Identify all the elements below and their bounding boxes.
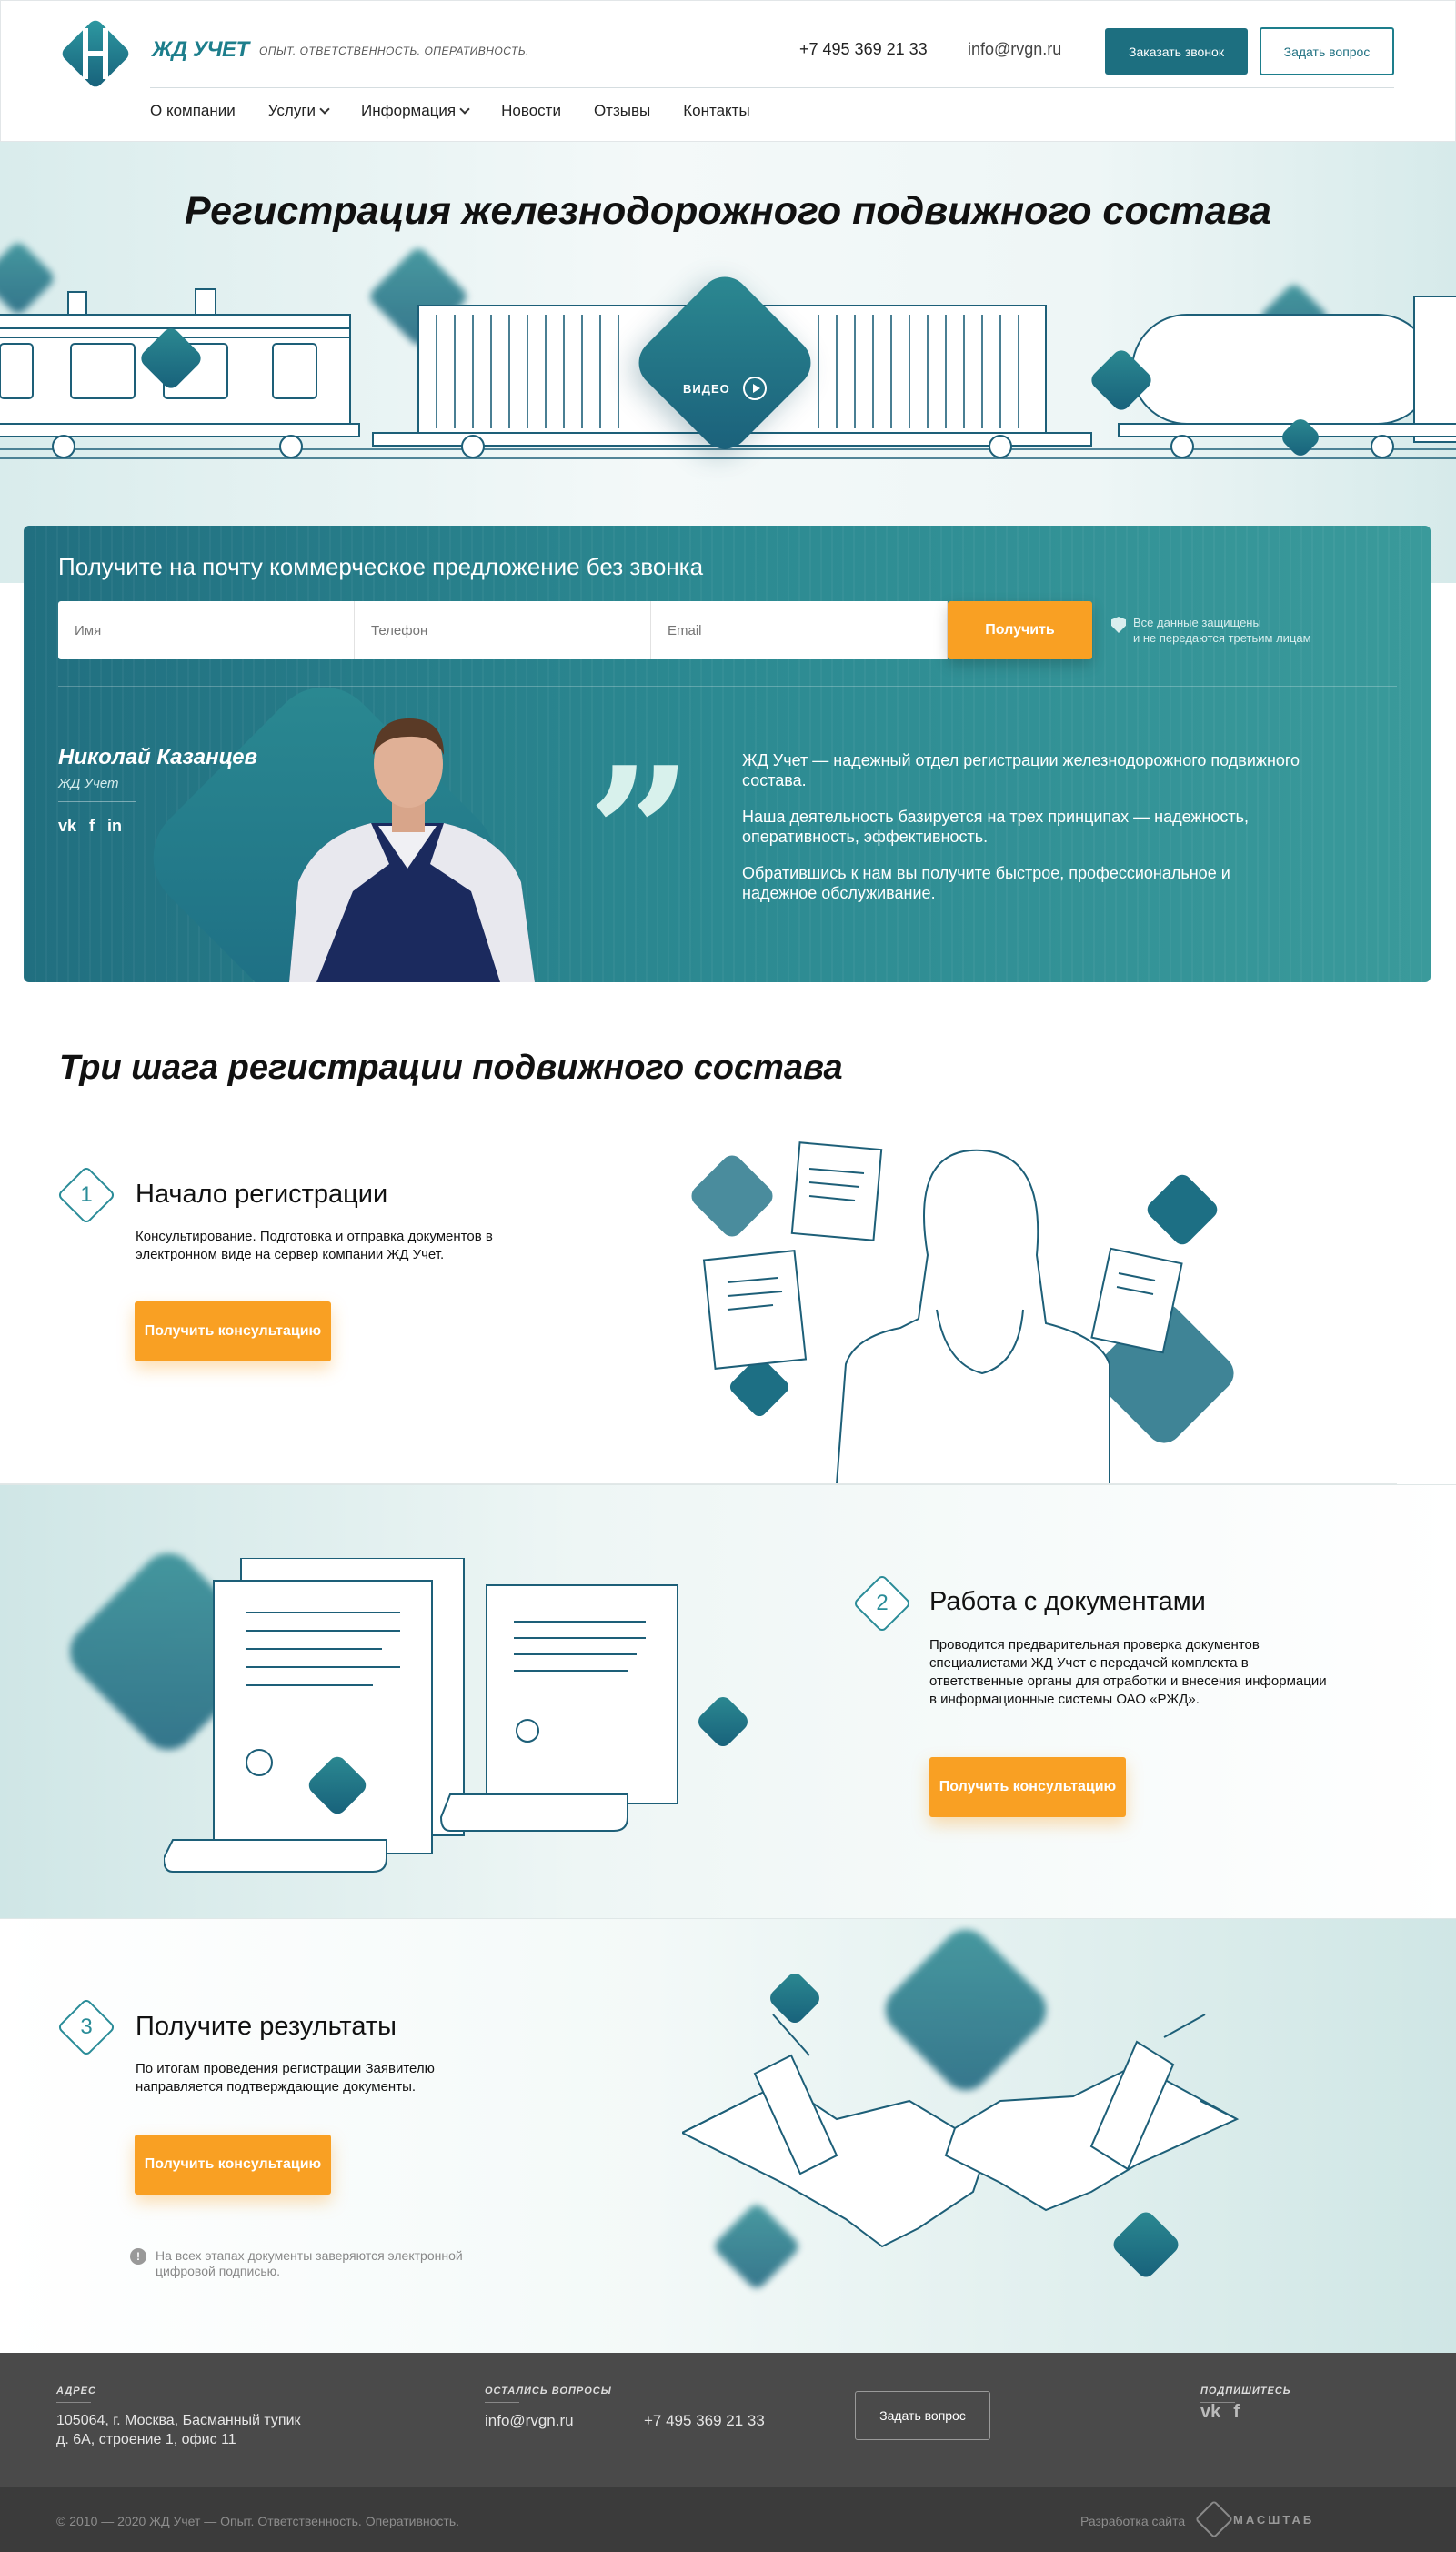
footer-ask-button[interactable]: Задать вопрос <box>855 2391 990 2440</box>
get-consultation-button[interactable]: Получить консультацию <box>135 2135 331 2195</box>
quote-paragraph: Обратившись к нам вы получите быстрое, п… <box>742 864 1230 902</box>
person-socials: vk f in <box>58 817 122 836</box>
masshtab-logo-icon <box>1194 2499 1234 2539</box>
footer-bottom-bar: © 2010 — 2020 ЖД Учет — Опыт. Ответствен… <box>0 2487 1456 2552</box>
steps-title: Три шага регистрации подвижного состава <box>59 1049 843 1087</box>
nav-label: Новости <box>501 102 561 119</box>
footer-socials: vk f <box>1200 2402 1240 2423</box>
footer-email[interactable]: info@rvgn.ru <box>485 2411 574 2430</box>
facebook-icon[interactable]: f <box>89 817 95 836</box>
header-email[interactable]: info@rvgn.ru <box>968 40 1061 59</box>
quote-paragraph: ЖД Учет — надежный отдел регистрации жел… <box>742 751 1300 789</box>
step-description: Проводится предварительная проверка доку… <box>929 1637 1327 1707</box>
nav-label: Отзывы <box>593 102 651 119</box>
copyright: © 2010 — 2020 ЖД Учет — Опыт. Ответствен… <box>56 2514 460 2528</box>
developer-link[interactable]: Разработка сайта <box>1080 2514 1185 2528</box>
data-security-note: Все данные защищены и не передаются треть… <box>1111 615 1311 646</box>
developer-name: МАСШТАБ <box>1233 2512 1315 2527</box>
shield-icon <box>1111 617 1126 633</box>
person-photo <box>289 718 535 982</box>
video-text: ВИДЕО <box>683 381 730 396</box>
site-header: ЖД УЧЕТ ОПЫТ. ОТВЕТСТВЕННОСТЬ. ОПЕРАТИВН… <box>0 0 1456 142</box>
facebook-icon[interactable]: f <box>1233 2402 1240 2423</box>
header-phone[interactable]: +7 495 369 21 33 <box>799 40 928 59</box>
quote-icon: ” <box>587 728 693 941</box>
step-title: Работа с документами <box>929 1587 1206 1616</box>
documents-illustration <box>164 1558 678 1873</box>
name-input[interactable] <box>58 601 355 659</box>
main-nav: О компании Услуги Информация Новости Отз… <box>150 102 750 120</box>
step-title: Получите результаты <box>136 2012 397 2041</box>
nav-item-info[interactable]: Информация <box>361 102 470 120</box>
hero-section: Регистрация железнодорожного подвижного … <box>0 142 1456 583</box>
secure-text: и не передаются третьим лицам <box>1133 631 1311 645</box>
email-input[interactable] <box>651 601 948 659</box>
step-description: По итогам проведения регистрации Заявите… <box>136 2061 435 2095</box>
address-label: АДРЕС <box>56 2386 96 2403</box>
hero-title: Регистрация железнодорожного подвижного … <box>185 189 1271 233</box>
nav-item-about[interactable]: О компании <box>150 102 236 120</box>
step-title: Начало регистрации <box>136 1180 388 1209</box>
nav-item-reviews[interactable]: Отзывы <box>594 102 650 120</box>
nav-item-news[interactable]: Новости <box>501 102 561 120</box>
address-line: д. 6А, строение 1, офис 11 <box>56 2432 236 2447</box>
logo-text[interactable]: ЖД УЧЕТ <box>152 37 249 63</box>
get-offer-button[interactable]: Получить <box>948 601 1092 659</box>
note-text: На всех этапах документы заверяются элек… <box>156 2248 463 2278</box>
handshake-illustration <box>682 2014 1240 2248</box>
quote-paragraph: Наша деятельность базируется на трех при… <box>742 808 1250 846</box>
support-woman-illustration <box>691 1141 1234 1484</box>
phone-input[interactable] <box>355 601 651 659</box>
step-number: 1 <box>80 1182 93 1207</box>
linkedin-icon[interactable]: in <box>107 817 122 836</box>
footer: АДРЕС 105064, г. Москва, Басманный тупик… <box>0 2353 1456 2487</box>
tagline: ОПЫТ. ОТВЕТСТВЕННОСТЬ. ОПЕРАТИВНОСТЬ. <box>259 45 530 57</box>
offer-title: Получите на почту коммерческое предложен… <box>58 553 704 580</box>
offer-block: Получите на почту коммерческое предложен… <box>24 526 1431 982</box>
logo-icon[interactable] <box>57 15 134 92</box>
get-consultation-button[interactable]: Получить консультацию <box>135 1301 331 1361</box>
person-company: ЖД Учет <box>58 776 119 791</box>
person-name: Николай Казанцев <box>58 745 258 769</box>
offer-divider <box>58 686 1397 687</box>
nav-label: Информация <box>361 102 457 119</box>
play-icon <box>742 377 767 400</box>
vk-icon[interactable]: vk <box>58 817 76 836</box>
step-number: 2 <box>876 1591 889 1615</box>
step-number: 3 <box>80 2014 93 2039</box>
step-description: Консультирование. Подготовка и отправка … <box>136 1229 493 1262</box>
signature-note: ! На всех этапах документы заверяются эл… <box>130 2248 501 2279</box>
nav-item-services[interactable]: Услуги <box>267 102 330 120</box>
ask-question-button[interactable]: Задать вопрос <box>1260 27 1394 75</box>
order-call-button[interactable]: Заказать звонок <box>1105 28 1248 75</box>
address-text: 105064, г. Москва, Басманный тупик д. 6А… <box>56 2411 301 2449</box>
nav-item-contacts[interactable]: Контакты <box>683 102 749 120</box>
get-consultation-button[interactable]: Получить консультацию <box>929 1757 1126 1817</box>
step-number-badge: 1 <box>56 1165 116 1225</box>
video-label[interactable]: ВИДЕО <box>683 377 767 400</box>
offer-form: Получить <box>58 601 1092 659</box>
header-divider <box>150 87 1394 88</box>
quote-text: ЖД Учет — надежный отдел регистрации жел… <box>742 750 1306 919</box>
subscribe-label: ПОДПИШИТЕСЬ <box>1200 2386 1291 2403</box>
nav-label: Контакты <box>683 102 750 119</box>
nav-label: Услуги <box>267 102 316 119</box>
chevron-down-icon <box>319 104 330 115</box>
info-icon: ! <box>130 2248 146 2265</box>
chevron-down-icon <box>459 104 470 115</box>
developer-logo[interactable]: МАСШТАБ <box>1194 2499 1315 2539</box>
footer-phone[interactable]: +7 495 369 21 33 <box>644 2411 765 2430</box>
nav-label: О компании <box>150 102 236 119</box>
person-divider <box>58 801 136 802</box>
address-line: 105064, г. Москва, Басманный тупик <box>56 2413 301 2428</box>
questions-label: ОСТАЛИСЬ ВОПРОСЫ <box>485 2386 612 2403</box>
vk-icon[interactable]: vk <box>1200 2402 1220 2423</box>
secure-text: Все данные защищены <box>1133 616 1261 629</box>
